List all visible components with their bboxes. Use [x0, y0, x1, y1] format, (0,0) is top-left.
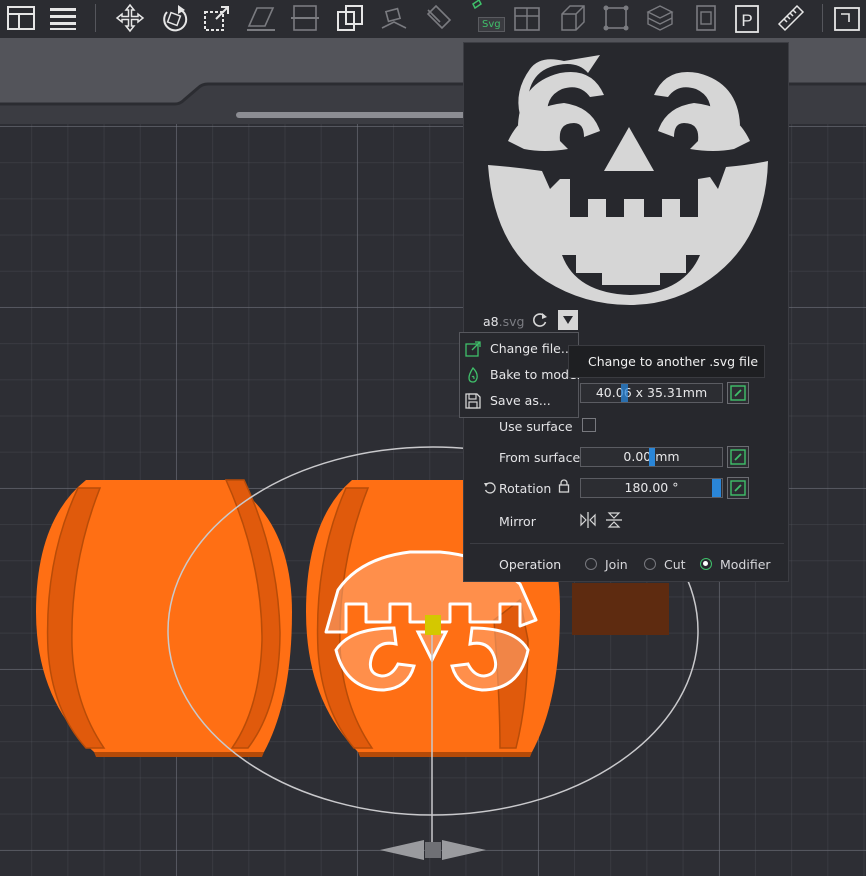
- file-dropdown-button[interactable]: [558, 310, 578, 330]
- operation-modifier-label: Modifier: [720, 557, 771, 572]
- size-edit-button[interactable]: [727, 382, 749, 404]
- use-surface-checkbox[interactable]: [582, 418, 596, 432]
- mirror-vertical-icon[interactable]: [605, 511, 623, 529]
- use-surface-label: Use surface: [499, 419, 573, 434]
- from-surface-label: From surface: [499, 450, 581, 465]
- file-name: a8: [483, 314, 499, 329]
- reload-icon[interactable]: [530, 310, 550, 330]
- text-cursor: [621, 384, 628, 402]
- operation-join-radio[interactable]: [585, 558, 597, 570]
- pumpkin-part-left[interactable]: [36, 479, 292, 757]
- menu-item-change-file[interactable]: Change file...: [460, 337, 578, 361]
- rotation-field[interactable]: 180.00 °: [580, 478, 723, 498]
- tooltip: Change to another .svg file: [568, 345, 765, 378]
- rotation-slider-handle[interactable]: [712, 479, 721, 497]
- dark-part[interactable]: [572, 583, 669, 635]
- mirror-label: Mirror: [499, 514, 536, 529]
- rotation-label: Rotation: [499, 481, 552, 496]
- gizmo-arrow-left[interactable]: [380, 840, 424, 860]
- bake-icon: [468, 366, 478, 383]
- menu-item-label: Save as...: [490, 393, 551, 408]
- menu-item-save-as[interactable]: Save as...: [460, 389, 578, 413]
- from-surface-edit-button[interactable]: [727, 446, 749, 468]
- operation-cut-label: Cut: [664, 557, 686, 572]
- size-field[interactable]: 40.06 x 35.31mm: [580, 383, 723, 403]
- file-name-label: a8.svg: [483, 314, 524, 329]
- reset-rotation-icon[interactable]: [483, 480, 497, 494]
- external-link-icon: [465, 341, 481, 357]
- mirror-horizontal-icon[interactable]: [579, 511, 597, 529]
- edit-icon: [730, 449, 746, 465]
- edit-icon: [730, 385, 746, 401]
- menu-item-bake-to-model[interactable]: Bake to model: [460, 363, 581, 387]
- operation-cut-radio[interactable]: [644, 558, 656, 570]
- file-ext: .svg: [498, 314, 525, 329]
- chevron-down-icon: [563, 316, 573, 324]
- gizmo-arrow-right[interactable]: [442, 840, 486, 860]
- operation-modifier-radio[interactable]: [700, 558, 712, 570]
- menu-item-label: Change file...: [490, 341, 573, 356]
- save-icon: [465, 393, 481, 409]
- gizmo-handle[interactable]: [425, 615, 441, 635]
- from-surface-slider-handle[interactable]: [649, 448, 655, 466]
- menu-item-label: Bake to model: [490, 367, 581, 382]
- file-menu: Change file... Bake to model Save as...: [459, 332, 581, 418]
- lock-icon[interactable]: [558, 479, 570, 494]
- emboss-svg-panel: a8.svg 40.06 x 35.31mm Use surface From …: [463, 42, 789, 582]
- edit-icon: [730, 480, 746, 496]
- operation-label: Operation: [499, 557, 562, 572]
- rotation-edit-button[interactable]: [727, 477, 749, 499]
- gizmo-center-handle[interactable]: [425, 842, 441, 858]
- operation-join-label: Join: [605, 557, 628, 572]
- svg-preview: [488, 55, 768, 305]
